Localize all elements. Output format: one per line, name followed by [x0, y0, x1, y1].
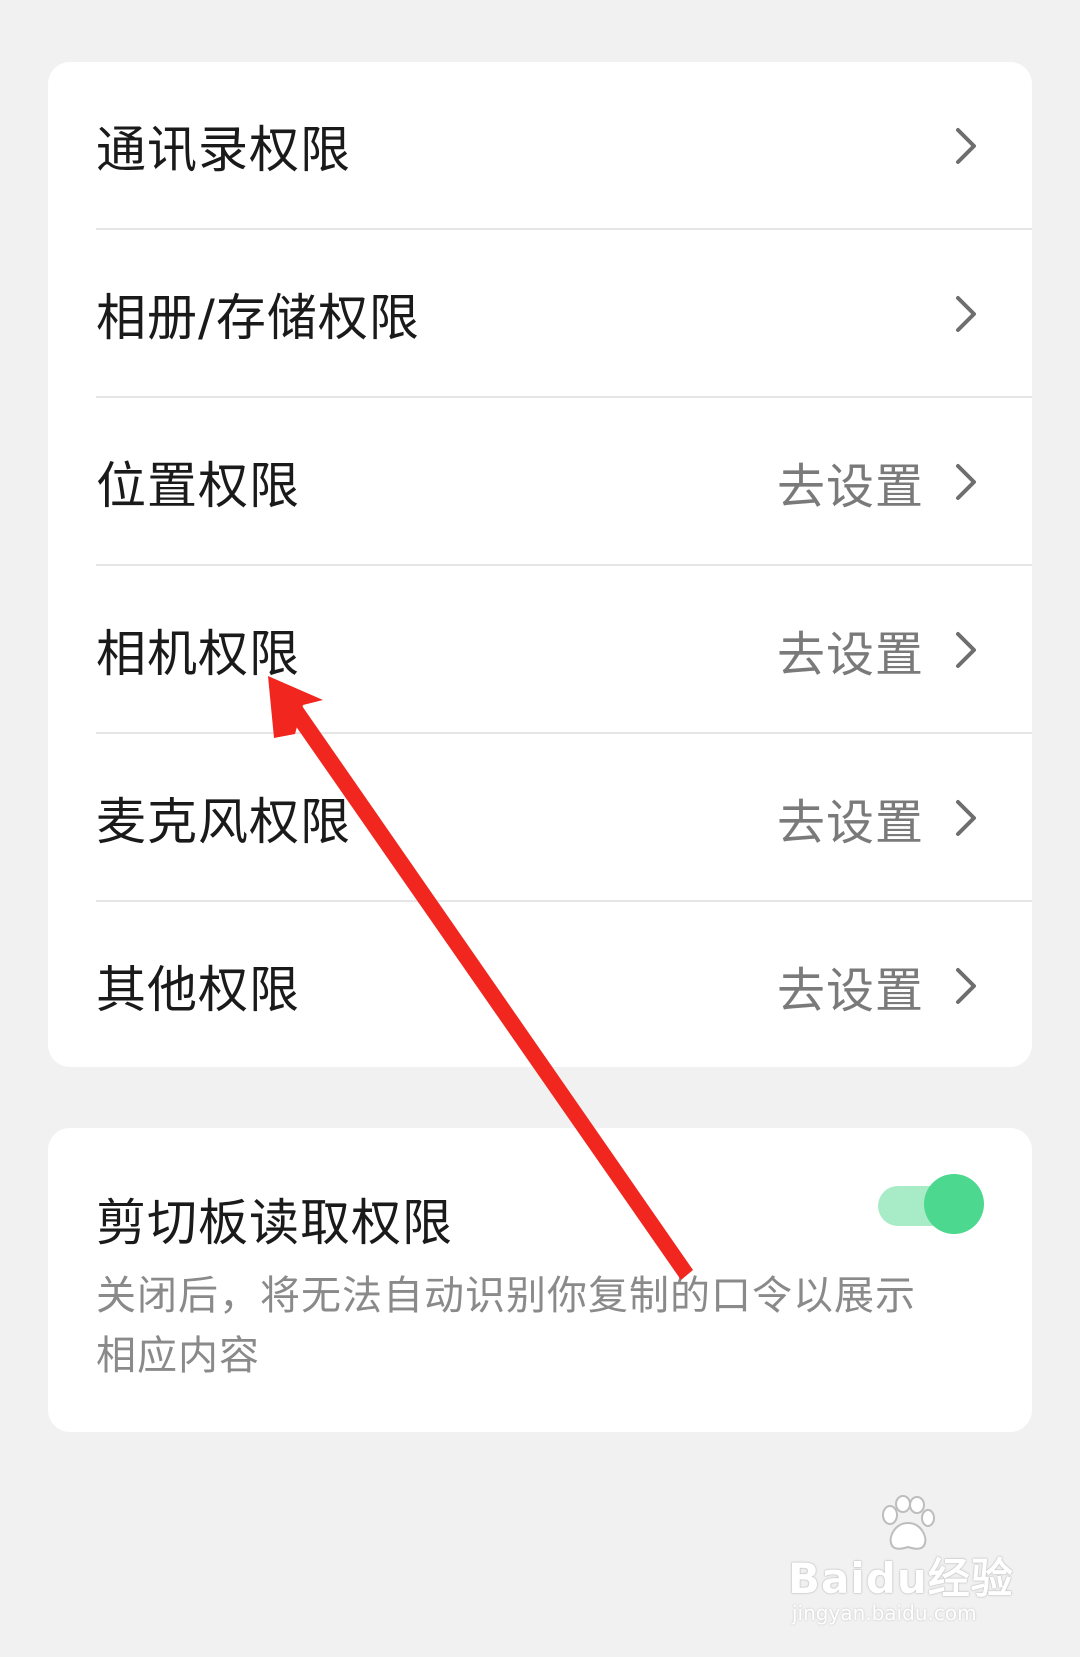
- clipboard-toggle[interactable]: [878, 1174, 984, 1234]
- permission-row-contacts[interactable]: 通讯录权限: [48, 62, 1032, 230]
- permission-row-location[interactable]: 位置权限 去设置: [48, 398, 1032, 566]
- clipboard-card: 剪切板读取权限 关闭后，将无法自动识别你复制的口令以展示相应内容: [48, 1128, 1032, 1432]
- permission-label: 位置权限: [96, 457, 300, 515]
- permission-row-camera[interactable]: 相机权限 去设置: [48, 566, 1032, 734]
- clipboard-description: 关闭后，将无法自动识别你复制的口令以展示相应内容: [96, 1273, 916, 1379]
- chevron-right-icon: [956, 296, 976, 332]
- go-settings-link[interactable]: 去设置: [777, 615, 924, 685]
- chevron-right-icon: [956, 968, 976, 1004]
- permission-label: 相册/存储权限: [96, 289, 420, 347]
- permission-label: 其他权限: [96, 961, 300, 1019]
- chevron-right-icon: [956, 128, 976, 164]
- chevron-right-icon: [956, 800, 976, 836]
- permission-row-other[interactable]: 其他权限 去设置: [48, 902, 1032, 1070]
- watermark-url: jingyan.baidu.com: [792, 1601, 977, 1625]
- permission-row-storage[interactable]: 相册/存储权限: [48, 230, 1032, 398]
- go-settings-link[interactable]: 去设置: [777, 951, 924, 1021]
- permissions-card: 通讯录权限 相册/存储权限 位置权限 去设置 相机权限 去设置 麦克风权限 去设…: [48, 62, 1032, 1067]
- chevron-right-icon: [956, 632, 976, 668]
- permission-row-microphone[interactable]: 麦克风权限 去设置: [48, 734, 1032, 902]
- go-settings-link[interactable]: 去设置: [777, 447, 924, 517]
- chevron-right-icon: [956, 464, 976, 500]
- toggle-knob: [924, 1174, 984, 1234]
- permission-label: 通讯录权限: [96, 121, 351, 179]
- baidu-watermark: Baidu经验 jingyan.baidu.com: [788, 1495, 1018, 1635]
- clipboard-title: 剪切板读取权限: [96, 1194, 453, 1252]
- watermark-brand: Baidu经验: [788, 1554, 1014, 1603]
- paw-icon: [882, 1495, 935, 1550]
- permission-label: 相机权限: [96, 625, 300, 683]
- permission-label: 麦克风权限: [96, 793, 351, 851]
- go-settings-link[interactable]: 去设置: [777, 783, 924, 853]
